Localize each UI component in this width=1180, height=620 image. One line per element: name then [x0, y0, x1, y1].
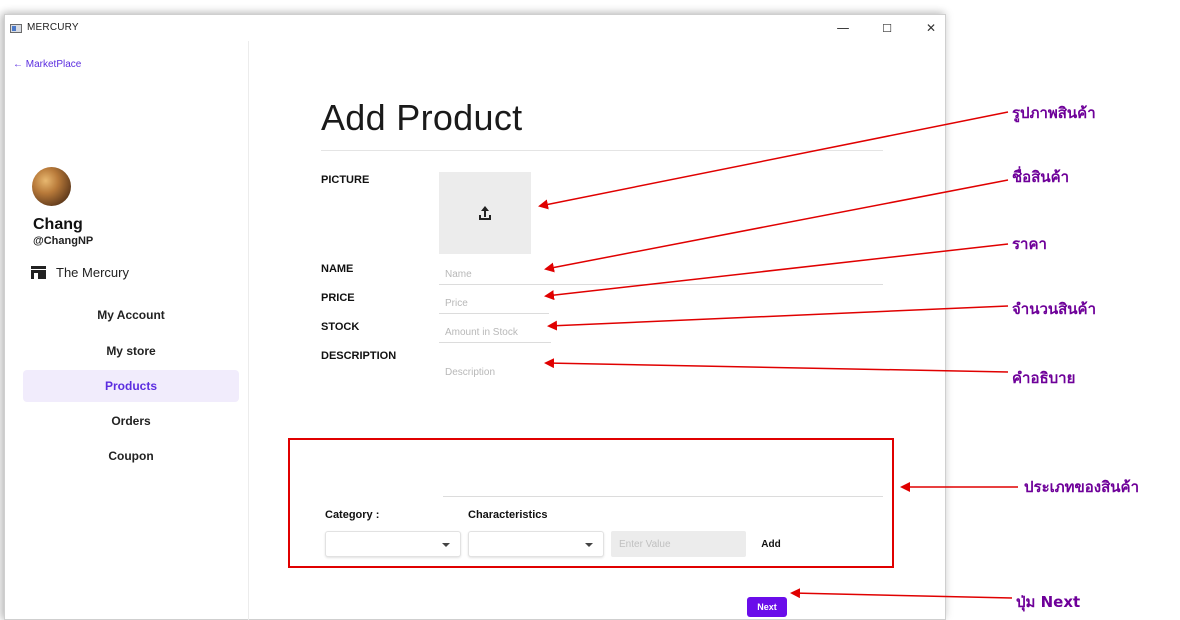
annotation-next-button: ปุ่ม Next [1016, 593, 1081, 611]
app-title: MERCURY [27, 22, 79, 33]
category-highlight-box [288, 438, 894, 568]
next-button[interactable]: Next [747, 597, 787, 617]
annotation-picture: รูปภาพสินค้า [1012, 104, 1096, 122]
nav-item-coupon[interactable]: Coupon [23, 440, 239, 472]
picture-label: PICTURE [321, 174, 370, 186]
annotation-stock: จำนวนสินค้า [1012, 300, 1097, 318]
nav-item-orders[interactable]: Orders [23, 405, 239, 437]
description-input[interactable] [439, 363, 549, 403]
description-label: DESCRIPTION [321, 350, 397, 362]
title-bar: MERCURY — ☐ ✕ [5, 15, 945, 41]
back-to-marketplace-link[interactable]: ← MarketPlace [13, 59, 81, 70]
maximize-button[interactable]: ☐ [865, 15, 909, 41]
store-link[interactable]: The Mercury [31, 263, 129, 281]
annotation-price: ราคา [1012, 235, 1047, 253]
user-handle: @ChangNP [33, 235, 94, 247]
minimize-button[interactable]: — [821, 15, 865, 41]
nav-item-products[interactable]: Products [23, 370, 239, 402]
price-input[interactable] [439, 294, 549, 314]
store-icon [31, 265, 46, 279]
picture-upload-button[interactable] [439, 172, 531, 254]
store-name: The Mercury [56, 264, 129, 280]
name-label: NAME [321, 263, 354, 275]
nav-item-my-store[interactable]: My store [23, 335, 239, 367]
app-icon [10, 24, 22, 33]
title-divider [321, 150, 883, 151]
name-input[interactable] [439, 265, 883, 285]
close-button[interactable]: ✕ [909, 15, 953, 41]
sidebar: ← MarketPlace Chang @ChangNP The Mercury… [5, 41, 249, 620]
avatar [32, 167, 71, 206]
stock-label: STOCK [321, 321, 360, 333]
annotation-description: คำอธิบาย [1012, 369, 1076, 387]
upload-icon [478, 206, 492, 220]
annotation-name: ชื่อสินค้า [1012, 168, 1070, 186]
price-label: PRICE [321, 292, 355, 304]
page-title: Add Product [321, 97, 523, 138]
nav-item-my-account[interactable]: My Account [23, 299, 239, 331]
screenshot-stage: MERCURY — ☐ ✕ ← MarketPlace Chang @Chang… [0, 0, 1180, 620]
user-name: Chang [33, 216, 83, 233]
stock-input[interactable] [439, 323, 551, 343]
annotation-category: ประเภทของสินค้า [1024, 478, 1139, 496]
